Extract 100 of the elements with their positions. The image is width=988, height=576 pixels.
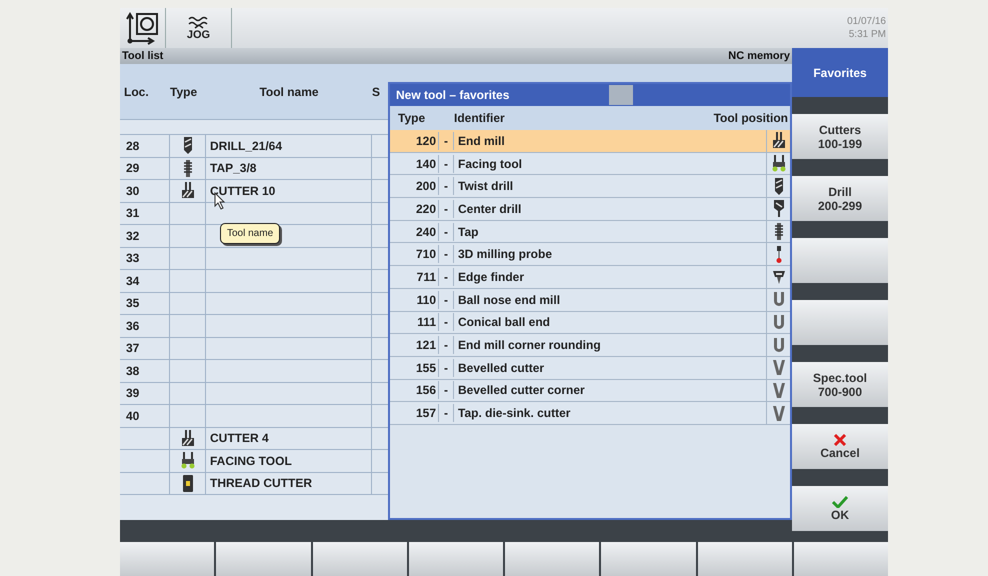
identifier-cell-text: Bevelled cutter corner [457, 382, 585, 400]
separator-cell: - [438, 245, 454, 264]
type-cell-text: 711 [416, 268, 437, 286]
type-cell-text: 121 [414, 337, 437, 354]
identifier-cell-text: 3D milling probe [457, 246, 552, 264]
type-cell-text: 157 [414, 405, 437, 422]
identifier-cell-text: Bevelled cutter [457, 360, 544, 377]
softkey-button[interactable]: Favorites [792, 48, 888, 97]
location-cell-text: 32 [126, 228, 140, 245]
horizontal-softkey[interactable] [794, 542, 888, 576]
separator-cell: - [438, 177, 454, 196]
type-cell-text: 155 [414, 360, 437, 377]
separator-cell: - [438, 358, 454, 377]
tool-type-row[interactable]: 140 - Facing tool [390, 152, 790, 176]
tool-icon [770, 131, 786, 150]
type-cell-text: 240 [414, 224, 437, 241]
column-header: Loc. [123, 84, 150, 100]
tool-type-row[interactable]: 200 - Twist drill [390, 175, 790, 198]
identifier-cell-text: Ball nose end mill [457, 292, 560, 309]
horizontal-softkey[interactable] [120, 542, 214, 576]
softkey-button[interactable]: Drill 200-299 [792, 176, 888, 221]
separator-cell: - [438, 404, 454, 422]
horizontal-softkey[interactable] [601, 542, 696, 576]
identifier-cell-text: Tap. die-sink. cutter [457, 405, 570, 422]
tool-icon [770, 154, 786, 174]
softkey-button[interactable]: Cancel [792, 424, 888, 469]
type-cell-text: 200 [414, 178, 437, 196]
date-text: 01/07/16 [847, 15, 886, 28]
separator-cell: - [438, 154, 454, 173]
column-header: Tool position [714, 110, 789, 127]
softkey-button[interactable] [792, 300, 888, 345]
location-cell-text: 38 [126, 362, 140, 380]
identifier-cell-text: Center drill [457, 200, 522, 218]
separator-cell: - [438, 268, 454, 286]
mode-label: JOG [186, 30, 210, 40]
tool-name-cell-text: TAP_3/8 [210, 160, 256, 178]
dialog-title: New tool – favorites [396, 87, 510, 104]
separator-cell: - [438, 336, 454, 354]
location-cell-text: 34 [126, 272, 140, 290]
tool-icon [180, 181, 196, 200]
identifier-cell-text: End mill [457, 132, 505, 150]
memory-label: NC memory [728, 48, 790, 64]
tool-name-cell-text: CUTTER 4 [210, 430, 269, 448]
tool-type-row[interactable]: 710 - 3D milling probe [390, 243, 790, 266]
tool-icon [770, 404, 786, 423]
softkey-button[interactable]: Spec.tool 700-900 [792, 362, 888, 407]
title-bar-square-icon [609, 85, 634, 105]
softkey-button[interactable]: Cutters 100-199 [792, 114, 888, 159]
location-cell-text: 37 [126, 340, 140, 358]
identifier-cell-text: Conical ball end [457, 314, 550, 332]
separator-cell: - [438, 200, 454, 218]
location-cell-text: 30 [126, 182, 140, 200]
tool-icon [180, 451, 196, 470]
column-header: S [372, 84, 382, 100]
type-cell-text: 710 [414, 246, 437, 264]
tool-type-row[interactable]: 111 - Conical ball end [390, 312, 790, 334]
tool-icon [770, 358, 786, 378]
type-cell-text: 111 [416, 314, 437, 332]
location-cell-text: 31 [126, 205, 140, 222]
softkey-button[interactable] [792, 238, 888, 283]
tool-icon [770, 380, 786, 400]
tool-name-cell-text: FACING TOOL [210, 452, 292, 470]
tool-type-row[interactable]: 156 - Bevelled cutter corner [390, 380, 790, 402]
tool-type-row[interactable]: 110 - Ball nose end mill [390, 288, 790, 312]
tooltip: Tool name [220, 223, 280, 244]
horizontal-softkey[interactable] [312, 542, 407, 576]
tool-type-row[interactable]: 220 - Center drill [390, 198, 790, 221]
type-cell-text: 220 [414, 200, 437, 218]
identifier-cell-text: End mill corner rounding [457, 337, 601, 354]
horizontal-softkey[interactable] [408, 542, 503, 576]
type-cell-text: 140 [414, 156, 437, 173]
softkey-button[interactable]: OK [792, 486, 888, 531]
location-cell-text: 29 [126, 160, 140, 178]
tool-name-cell-text: CUTTER 10 [210, 182, 276, 200]
column-header: Identifier [453, 110, 505, 127]
column-header: Type [397, 110, 426, 127]
tool-type-row[interactable]: 121 - End mill corner rounding [390, 334, 790, 357]
separator-cell: - [438, 290, 454, 309]
location-cell-text: 39 [126, 385, 140, 402]
horizontal-softkey[interactable] [698, 542, 792, 576]
tool-type-row[interactable]: 711 - Edge finder [390, 266, 790, 289]
separator-cell: - [438, 313, 454, 332]
tool-type-row[interactable]: 120 - End mill [390, 130, 790, 153]
time-text: 5:31 PM [848, 28, 886, 41]
separator-cell: - [438, 222, 454, 241]
separator-cell: - [438, 381, 454, 400]
checkmark-icon [832, 496, 848, 508]
tool-type-row[interactable]: 240 - Tap [390, 220, 790, 244]
identifier-cell-text: Edge finder [457, 268, 524, 286]
identifier-cell-text: Tap [457, 224, 478, 241]
horizontal-softkey[interactable] [505, 542, 600, 576]
tool-type-row[interactable]: 157 - Tap. die-sink. cutter [390, 402, 790, 425]
location-cell-text: 33 [126, 250, 140, 268]
column-header: Type [170, 84, 198, 100]
type-cell-text: 156 [414, 382, 437, 400]
identifier-cell-text: Twist drill [457, 178, 514, 196]
tool-type-row[interactable]: 155 - Bevelled cutter [390, 356, 790, 380]
cross-icon [833, 434, 847, 446]
type-cell-text: 110 [416, 292, 437, 309]
horizontal-softkey[interactable] [216, 542, 310, 576]
